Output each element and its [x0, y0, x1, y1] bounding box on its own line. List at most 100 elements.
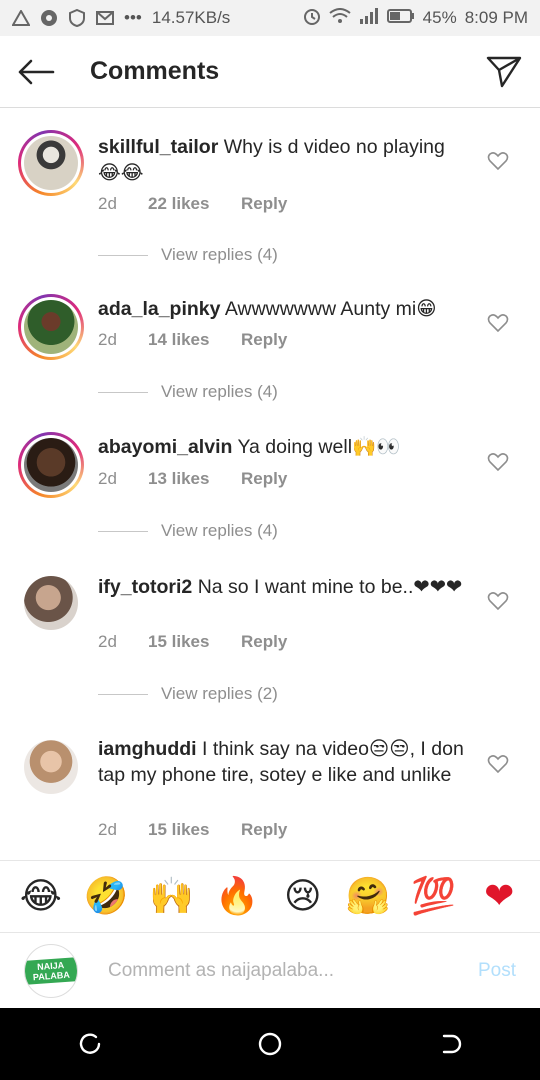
- comment-username[interactable]: abayomi_alvin: [98, 436, 232, 458]
- comment-username[interactable]: ify_totori2: [98, 576, 192, 598]
- comment-meta: 2d 14 likes Reply: [98, 330, 287, 350]
- comment-text: iamghuddi I think say na video😒😒, I don …: [98, 736, 468, 788]
- comment-username[interactable]: skillful_tailor: [98, 136, 218, 158]
- home-circle-icon: [258, 1032, 282, 1056]
- recents-button[interactable]: [60, 1014, 120, 1074]
- comment-meta: 2d 15 likes Reply: [98, 820, 287, 840]
- comment-text: ada_la_pinky Awwwwwww Aunty mi😁: [98, 296, 468, 322]
- reply-button[interactable]: Reply: [241, 820, 287, 840]
- emoji-quick-bar: 😂 🤣 🙌 🔥 😢 🤗 💯 ❤: [0, 860, 540, 932]
- comments-list: skillful_tailor Why is d video no playin…: [0, 110, 540, 860]
- like-button[interactable]: [486, 312, 510, 334]
- header: Comments: [0, 36, 540, 108]
- comment-time: 2d: [98, 469, 117, 488]
- comment-message: Ya doing well🙌👀: [237, 436, 401, 458]
- emoji-heart-button[interactable]: ❤: [474, 876, 524, 917]
- comment-likes[interactable]: 15 likes: [148, 820, 241, 840]
- comment-text: skillful_tailor Why is d video no playin…: [98, 134, 468, 186]
- comment-message: Awwwwwww Aunty mi😁: [224, 298, 437, 320]
- comment-text: abayomi_alvin Ya doing well🙌👀: [98, 434, 468, 460]
- view-replies-button[interactable]: View replies (4): [98, 245, 278, 265]
- comment-time: 2d: [98, 194, 117, 213]
- emoji-hugging-button[interactable]: 🤗: [343, 876, 393, 917]
- comment-meta: 2d 13 likes Reply: [98, 469, 287, 489]
- brand-logo: NAIJA PALABA: [25, 956, 77, 985]
- view-replies-button[interactable]: View replies (2): [98, 684, 278, 704]
- comment-time: 2d: [98, 820, 117, 839]
- divider: [98, 530, 148, 532]
- avatar[interactable]: [18, 130, 84, 196]
- view-replies-label: View replies (4): [161, 382, 278, 401]
- signal-icon: [359, 7, 379, 29]
- comment-likes[interactable]: 14 likes: [148, 330, 241, 350]
- battery-level: 45%: [422, 8, 457, 27]
- more-dots-icon: •••: [124, 8, 142, 27]
- back-nav-button[interactable]: [420, 1014, 480, 1074]
- view-replies-button[interactable]: View replies (4): [98, 382, 278, 402]
- comment-meta: 2d 22 likes Reply: [98, 194, 287, 214]
- reply-button[interactable]: Reply: [241, 632, 287, 652]
- divider: [98, 254, 148, 256]
- wifi-icon: [329, 7, 351, 29]
- page-title: Comments: [90, 57, 220, 85]
- emoji-raised-hands-button[interactable]: 🙌: [147, 876, 197, 917]
- emoji-fire-button[interactable]: 🔥: [212, 876, 262, 917]
- back-nav-icon: [442, 1034, 462, 1054]
- share-button[interactable]: [468, 36, 540, 108]
- reply-button[interactable]: Reply: [241, 469, 287, 489]
- comment-username[interactable]: iamghuddi: [98, 738, 197, 760]
- alarm-icon: [303, 7, 321, 30]
- view-replies-label: View replies (2): [161, 684, 278, 703]
- like-button[interactable]: [486, 590, 510, 612]
- view-replies-button[interactable]: View replies (4): [98, 521, 278, 541]
- like-button[interactable]: [486, 451, 510, 473]
- heart-outline-icon: [487, 592, 509, 611]
- avatar[interactable]: [18, 432, 84, 498]
- emoji-rofl-button[interactable]: 🤣: [81, 876, 131, 917]
- avatar[interactable]: [24, 740, 78, 794]
- heart-outline-icon: [487, 314, 509, 333]
- clock: 8:09 PM: [464, 8, 528, 27]
- home-button[interactable]: [240, 1014, 300, 1074]
- warning-icon: [12, 9, 30, 27]
- arrow-left-icon: [18, 59, 55, 84]
- avatar[interactable]: [24, 576, 78, 630]
- comment-composer: NAIJA PALABA Post: [0, 932, 540, 1008]
- heart-outline-icon: [487, 453, 509, 472]
- comment-likes[interactable]: 15 likes: [148, 632, 241, 652]
- avatar[interactable]: [18, 294, 84, 360]
- reply-button[interactable]: Reply: [241, 194, 287, 214]
- like-button[interactable]: [486, 753, 510, 775]
- recents-icon: [79, 1033, 101, 1054]
- comment-meta: 2d 15 likes Reply: [98, 632, 287, 652]
- emoji-crying-button[interactable]: 😢: [278, 876, 328, 917]
- reply-button[interactable]: Reply: [241, 330, 287, 350]
- heart-outline-icon: [487, 755, 509, 774]
- post-button[interactable]: Post: [478, 960, 516, 982]
- shield-icon: [68, 9, 86, 27]
- comment-message: Na so I want mine to be..❤❤❤: [197, 576, 463, 598]
- like-button[interactable]: [486, 150, 510, 172]
- user-avatar: NAIJA PALABA: [24, 943, 78, 998]
- divider: [98, 391, 148, 393]
- comment-time: 2d: [98, 330, 117, 349]
- emoji-hundred-button[interactable]: 💯: [409, 876, 459, 917]
- network-speed: 14.57KB/s: [151, 8, 231, 27]
- app-icon: [40, 9, 58, 27]
- status-right: 45% 8:09 PM: [303, 7, 528, 30]
- status-bar: ••• 14.57KB/s 45% 8:09 PM: [0, 0, 540, 36]
- comment-likes[interactable]: 22 likes: [148, 194, 241, 214]
- view-replies-label: View replies (4): [161, 245, 278, 264]
- paper-plane-icon: [486, 56, 522, 87]
- divider: [98, 693, 148, 695]
- comment-likes[interactable]: 13 likes: [148, 469, 241, 489]
- comment-time: 2d: [98, 632, 117, 651]
- comment-username[interactable]: ada_la_pinky: [98, 298, 220, 320]
- system-nav-bar: [0, 1008, 540, 1080]
- battery-icon: [386, 8, 415, 28]
- back-button[interactable]: [0, 36, 72, 108]
- status-left: ••• 14.57KB/s: [12, 8, 230, 28]
- view-replies-label: View replies (4): [161, 521, 278, 540]
- comment-input[interactable]: [108, 959, 448, 982]
- emoji-tears-of-joy-button[interactable]: 😂: [16, 876, 66, 917]
